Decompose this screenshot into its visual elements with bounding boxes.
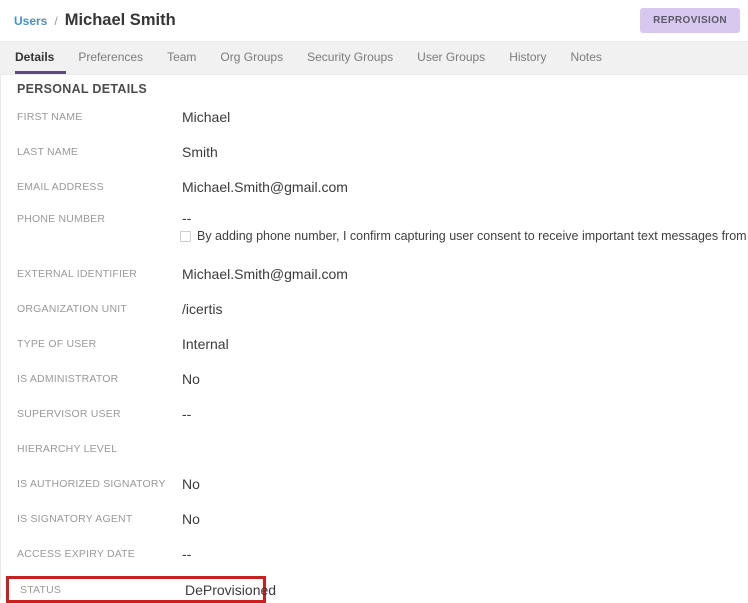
phone-consent-text: By adding phone number, I confirm captur… — [197, 229, 748, 243]
field-row-email-address: EMAIL ADDRESS Michael.Smith@gmail.com — [17, 169, 748, 204]
tab-user-groups[interactable]: User Groups — [405, 42, 497, 74]
field-label: ACCESS EXPIRY DATE — [17, 548, 182, 560]
phone-consent-line: By adding phone number, I confirm captur… — [180, 229, 748, 243]
section-title-personal-details: PERSONAL DETAILS — [17, 82, 748, 96]
field-label: LAST NAME — [17, 146, 182, 158]
field-row-type-of-user: TYPE OF USER Internal — [17, 326, 748, 361]
field-label: PHONE NUMBER — [17, 213, 182, 225]
tab-team[interactable]: Team — [155, 42, 208, 74]
field-value: Michael — [182, 109, 230, 125]
field-value: No — [182, 511, 200, 527]
tab-details[interactable]: Details — [15, 42, 66, 74]
field-label: IS AUTHORIZED SIGNATORY — [17, 478, 182, 490]
field-value: No — [182, 371, 200, 387]
tab-org-groups[interactable]: Org Groups — [208, 42, 295, 74]
tab-notes[interactable]: Notes — [559, 42, 614, 74]
reprovision-button[interactable]: REPROVISION — [640, 8, 740, 33]
field-row-hierarchy-level: HIERARCHY LEVEL — [17, 431, 748, 466]
tab-security-groups[interactable]: Security Groups — [295, 42, 405, 74]
field-value: Smith — [182, 144, 218, 160]
breadcrumb-separator: / — [54, 14, 57, 28]
breadcrumb-users-link[interactable]: Users — [14, 14, 47, 28]
field-value: /icertis — [182, 301, 222, 317]
field-row-last-name: LAST NAME Smith — [17, 134, 748, 169]
field-row-supervisor-user: SUPERVISOR USER -- — [17, 396, 748, 431]
field-label: HIERARCHY LEVEL — [17, 443, 182, 455]
field-value: Michael.Smith@gmail.com — [182, 266, 348, 282]
field-label: ORGANIZATION UNIT — [17, 303, 182, 315]
field-label: EXTERNAL IDENTIFIER — [17, 268, 182, 280]
field-label: IS ADMINISTRATOR — [17, 373, 182, 385]
field-label: IS SIGNATORY AGENT — [17, 513, 182, 525]
status-value: DeProvisioned — [185, 582, 276, 598]
breadcrumb: Users / Michael Smith — [14, 11, 176, 30]
phone-consent-checkbox[interactable] — [180, 231, 191, 242]
field-value: Internal — [182, 336, 229, 352]
field-row-phone-number: PHONE NUMBER -- By adding phone number, … — [17, 204, 748, 256]
field-value: -- — [182, 406, 191, 422]
personal-details-panel: PERSONAL DETAILS FIRST NAME Michael LAST… — [1, 75, 748, 599]
field-row-first-name: FIRST NAME Michael — [17, 99, 748, 134]
page-header: Users / Michael Smith REPROVISION — [0, 0, 748, 42]
details-content: PERSONAL DETAILS FIRST NAME Michael LAST… — [0, 75, 748, 599]
field-label: EMAIL ADDRESS — [17, 181, 182, 193]
field-row-is-authorized-signatory: IS AUTHORIZED SIGNATORY No — [17, 466, 748, 501]
field-row-access-expiry-date: ACCESS EXPIRY DATE -- — [17, 536, 748, 571]
field-value: -- — [182, 210, 748, 226]
tab-bar: Details Preferences Team Org Groups Secu… — [0, 42, 748, 75]
field-value: No — [182, 476, 200, 492]
tab-history[interactable]: History — [497, 42, 558, 74]
field-row-external-identifier: EXTERNAL IDENTIFIER Michael.Smith@gmail.… — [17, 256, 748, 291]
field-value: -- — [182, 546, 191, 562]
field-row-is-administrator: IS ADMINISTRATOR No — [17, 361, 748, 396]
tab-preferences[interactable]: Preferences — [66, 42, 155, 74]
field-label: FIRST NAME — [17, 111, 182, 123]
field-row-is-signatory-agent: IS SIGNATORY AGENT No — [17, 501, 748, 536]
field-value: Michael.Smith@gmail.com — [182, 179, 348, 195]
field-label: SUPERVISOR USER — [17, 408, 182, 420]
field-row-organization-unit: ORGANIZATION UNIT /icertis — [17, 291, 748, 326]
field-label: TYPE OF USER — [17, 338, 182, 350]
page-title: Michael Smith — [65, 11, 176, 30]
field-label: STATUS — [20, 584, 185, 596]
